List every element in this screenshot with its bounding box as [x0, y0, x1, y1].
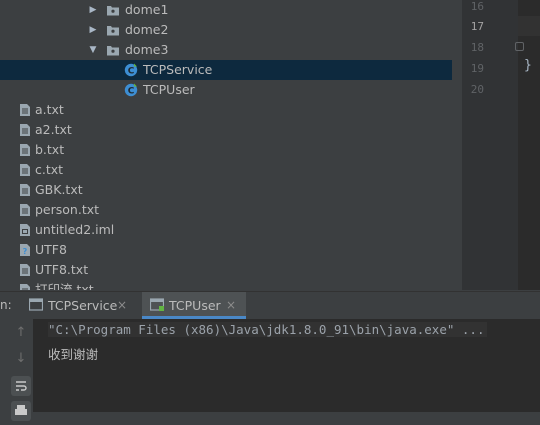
tree-file-row[interactable]: GBK.txt — [0, 180, 452, 200]
run-tab-tcpservice[interactable]: TCPService × — [24, 292, 140, 319]
text-file-icon — [20, 144, 30, 156]
fold-marker-icon[interactable] — [515, 42, 524, 51]
tree-file-row[interactable]: c.txt — [0, 160, 452, 180]
close-tab-icon[interactable]: × — [117, 292, 127, 319]
text-file-icon — [20, 104, 30, 116]
tree-file-label: a.txt — [35, 102, 64, 117]
unknown-file-icon: ? — [20, 244, 30, 256]
soft-wrap-icon[interactable] — [11, 376, 31, 396]
text-file-icon — [20, 164, 30, 176]
package-folder-icon — [107, 26, 119, 36]
svg-text:C: C — [128, 66, 135, 76]
tree-folder-label: dome1 — [125, 2, 169, 17]
tree-file-row[interactable]: a2.txt — [0, 120, 452, 140]
tree-folder-label: dome3 — [125, 42, 169, 57]
run-tab-label: TCPService — [48, 298, 118, 313]
text-file-icon — [20, 264, 30, 276]
console-output[interactable]: "C:\Program Files (x86)\Java\jdk1.8.0_91… — [34, 319, 540, 412]
text-file-icon — [20, 184, 30, 196]
text-file-icon — [20, 204, 30, 216]
tree-file-row[interactable]: UTF8.txt — [0, 260, 452, 280]
tree-file-row[interactable]: untitled2.iml — [0, 220, 452, 240]
text-file-icon — [20, 284, 30, 290]
tree-file-label: person.txt — [35, 202, 100, 217]
collapsed-arrow-icon[interactable]: ▶ — [87, 0, 99, 20]
line-number-current: 17 — [470, 20, 484, 33]
console-icon — [29, 298, 43, 311]
console-icon — [150, 298, 164, 311]
tree-file-row[interactable]: a.txt — [0, 100, 452, 120]
tree-class-label: TCPUser — [143, 82, 195, 97]
text-file-icon — [20, 124, 30, 136]
run-panel-tabbar: n: TCPService × TCPUser × — [0, 291, 540, 319]
tree-class-tcpservice[interactable]: C TCPService — [0, 60, 452, 80]
tree-file-row[interactable]: ? UTF8 — [0, 240, 452, 260]
scroll-up-icon[interactable]: ↑ — [11, 323, 31, 343]
expanded-arrow-icon[interactable]: ▼ — [87, 40, 99, 60]
java-class-icon: C — [124, 63, 138, 76]
tree-folder-label: dome2 — [125, 22, 169, 37]
tree-folder-dome3[interactable]: ▼ dome3 — [0, 40, 452, 60]
run-tab-label: TCPUser — [169, 298, 221, 313]
tree-file-label: UTF8 — [35, 242, 67, 257]
close-tab-icon[interactable]: × — [226, 292, 236, 319]
tree-class-label: TCPService — [143, 62, 213, 77]
module-file-icon — [20, 224, 30, 236]
run-tab-tcpuser[interactable]: TCPUser × — [142, 292, 246, 319]
console-command-line: "C:\Program Files (x86)\Java\jdk1.8.0_91… — [48, 322, 487, 337]
current-line-highlight — [518, 16, 540, 36]
line-number: 16 — [470, 0, 484, 13]
tree-file-row[interactable]: b.txt — [0, 140, 452, 160]
print-icon[interactable] — [11, 401, 31, 421]
line-number: 20 — [470, 83, 484, 96]
line-number: 19 — [470, 62, 484, 75]
code-editor[interactable]: 16 17 18 19 20 } — [462, 0, 540, 290]
tree-file-label: 打印流.txt — [35, 282, 94, 290]
console-output-line: 收到谢谢 — [48, 347, 99, 362]
tree-folder-dome2[interactable]: ▶ dome2 — [0, 20, 452, 40]
tree-class-tcpuser[interactable]: C TCPUser — [0, 80, 452, 100]
collapsed-arrow-icon[interactable]: ▶ — [87, 20, 99, 40]
tree-file-label: b.txt — [35, 142, 65, 157]
tree-file-label: c.txt — [35, 162, 64, 177]
package-folder-icon — [107, 6, 119, 16]
project-tree: ▶ dome1 ▶ dome2 ▼ dome3 C TCPService C T… — [0, 0, 452, 290]
tree-file-label: UTF8.txt — [35, 262, 89, 277]
line-number: 18 — [470, 41, 484, 54]
svg-text:?: ? — [23, 247, 28, 256]
tree-file-label: a2.txt — [35, 122, 72, 137]
line-gutter: 16 17 18 19 20 — [462, 0, 524, 290]
run-panel-toolbar: ↑ ↓ — [0, 319, 34, 421]
svg-text:C: C — [128, 86, 135, 96]
tree-file-row[interactable]: 打印流.txt — [0, 280, 452, 290]
closing-brace: } — [524, 58, 532, 73]
java-class-icon: C — [124, 83, 138, 96]
tree-file-label: GBK.txt — [35, 182, 83, 197]
package-folder-icon — [107, 46, 119, 56]
run-panel-title: n: — [0, 298, 12, 312]
tree-file-label: untitled2.iml — [35, 222, 115, 237]
tree-folder-dome1[interactable]: ▶ dome1 — [0, 0, 452, 20]
scroll-down-icon[interactable]: ↓ — [11, 349, 31, 369]
tree-file-row[interactable]: person.txt — [0, 200, 452, 220]
